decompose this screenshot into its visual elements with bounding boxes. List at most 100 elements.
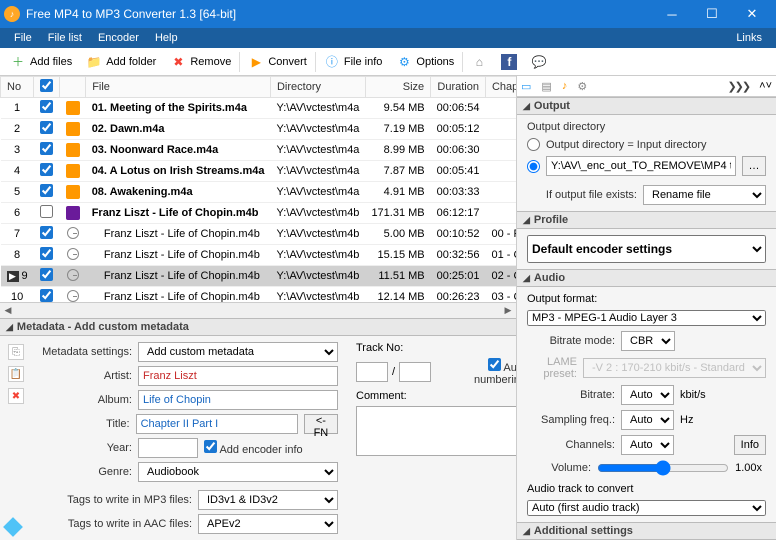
table-row[interactable]: 10 Franz Liszt - Life of Chopin.m4bY:\AV…	[1, 287, 517, 303]
aactags-label: Tags to write in AAC files:	[32, 518, 192, 530]
info-button[interactable]: Info	[734, 435, 766, 455]
hscrollbar[interactable]: ◀▶	[0, 302, 516, 318]
fn-button[interactable]: <-FN	[304, 414, 338, 434]
browse-button[interactable]: …	[742, 156, 766, 176]
tab-note-icon[interactable]: ♪	[562, 80, 568, 92]
row-checkbox[interactable]	[40, 184, 53, 197]
title-label: Title:	[32, 418, 130, 430]
audio-header[interactable]: ◢Audio	[517, 269, 776, 287]
mp3tags-select[interactable]: ID3v1 & ID3v2	[198, 490, 338, 510]
table-row[interactable]: 303. Noonward Race.m4aY:\AV\vctest\m4a8.…	[1, 140, 517, 161]
trackno-input[interactable]	[356, 362, 388, 382]
sf-select[interactable]: Auto	[621, 410, 674, 430]
col-dur[interactable]: Duration	[431, 77, 486, 98]
close-button[interactable]: ✕	[732, 0, 772, 28]
lame-label: LAME preset:	[527, 356, 577, 380]
col-icon[interactable]	[60, 77, 86, 98]
tabs-chevron-icon[interactable]: ❯❯❯	[727, 80, 749, 93]
collapse-down-icon[interactable]: ˅	[766, 80, 772, 92]
row-checkbox[interactable]	[40, 289, 53, 302]
home-button[interactable]: ⌂	[465, 52, 493, 72]
addfiles-button[interactable]: ＋Add files	[4, 52, 78, 72]
profile-select[interactable]: Default encoder settings	[527, 235, 766, 263]
genre-select[interactable]: Audiobook	[138, 462, 338, 482]
title-input[interactable]	[136, 414, 298, 434]
album-input[interactable]	[138, 390, 338, 410]
brmode-select[interactable]: CBR	[621, 331, 675, 351]
meta-settings-select[interactable]: Add custom metadata	[138, 342, 338, 362]
table-row[interactable]: 404. A Lotus on Irish Streams.m4aY:\AV\v…	[1, 161, 517, 182]
exists-select[interactable]: Rename file	[643, 185, 766, 205]
row-checkbox[interactable]	[40, 226, 53, 239]
maximize-button[interactable]: ☐	[692, 0, 732, 28]
table-row[interactable]: 7 Franz Liszt - Life of Chopin.m4bY:\AV\…	[1, 224, 517, 245]
vol-slider[interactable]	[597, 460, 729, 476]
menu-encoder[interactable]: Encoder	[90, 32, 147, 44]
ch-label: Channels:	[527, 439, 615, 451]
col-chap[interactable]: Chapter title	[485, 77, 516, 98]
table-row[interactable]: ▶ 9 Franz Liszt - Life of Chopin.m4bY:\A…	[1, 266, 517, 287]
titlebar: ♪ Free MP4 to MP3 Converter 1.3 [64-bit]…	[0, 0, 776, 28]
outdir-path-input[interactable]	[546, 156, 736, 176]
brmode-label: Bitrate mode:	[527, 335, 615, 347]
menu-file[interactable]: File	[6, 32, 40, 44]
aactags-select[interactable]: APEv2	[198, 514, 338, 534]
row-checkbox[interactable]	[40, 247, 53, 260]
col-check[interactable]	[34, 77, 60, 98]
artist-input[interactable]	[138, 366, 338, 386]
meta-copy-icon[interactable]: ⎘	[8, 344, 24, 360]
toolbar: ＋Add files 📁Add folder ✖Remove ▶Convert …	[0, 48, 776, 76]
outdir-label: Output directory	[527, 121, 766, 133]
tab-doc-icon[interactable]: ▤	[541, 80, 551, 93]
row-checkbox[interactable]	[40, 205, 53, 218]
col-no[interactable]: No	[1, 77, 34, 98]
row-checkbox[interactable]	[40, 268, 53, 281]
options-button[interactable]: ⚙Options	[390, 52, 460, 72]
outdir-path-radio[interactable]	[527, 160, 540, 173]
fileinfo-button[interactable]: ⓘFile info	[318, 52, 389, 72]
comment-label: Comment:	[356, 390, 407, 402]
row-checkbox[interactable]	[40, 100, 53, 113]
col-file[interactable]: File	[86, 77, 271, 98]
row-checkbox[interactable]	[40, 142, 53, 155]
minimize-button[interactable]: ─	[652, 0, 692, 28]
menu-filelist[interactable]: File list	[40, 32, 90, 44]
menu-help[interactable]: Help	[147, 32, 186, 44]
menu-links[interactable]: Links	[728, 32, 770, 44]
row-checkbox[interactable]	[40, 121, 53, 134]
table-row[interactable]: 101. Meeting of the Spirits.m4aY:\AV\vct…	[1, 98, 517, 119]
audiotrack-select[interactable]: Auto (first audio track)	[527, 500, 766, 516]
table-row[interactable]: 6Franz Liszt - Life of Chopin.m4bY:\AV\v…	[1, 203, 517, 224]
facebook-button[interactable]: f	[495, 52, 523, 72]
convert-button[interactable]: ▶Convert	[242, 52, 313, 72]
metadata-header[interactable]: ◢Metadata - Add custom metadata	[0, 318, 516, 336]
output-header[interactable]: ◢Output	[517, 97, 776, 115]
bitrate-select[interactable]: Auto	[621, 385, 674, 405]
autonum-checkbox[interactable]	[488, 358, 501, 371]
ch-select[interactable]: Auto	[621, 435, 674, 455]
table-row[interactable]: 8 Franz Liszt - Life of Chopin.m4bY:\AV\…	[1, 245, 517, 266]
remove-button[interactable]: ✖Remove	[164, 52, 237, 72]
meta-delete-icon[interactable]: ✖	[8, 388, 24, 404]
addl-header[interactable]: ◢Additional settings	[517, 522, 776, 540]
table-row[interactable]: 202. Dawn.m4aY:\AV\vctest\m4a7.19 MB00:0…	[1, 119, 517, 140]
encinfo-checkbox[interactable]	[204, 440, 217, 453]
profile-header[interactable]: ◢Profile	[517, 211, 776, 229]
outdir-same-label: Output directory = Input directory	[546, 139, 707, 151]
addfolder-button[interactable]: 📁Add folder	[80, 52, 162, 72]
trackcnt-input[interactable]	[399, 362, 431, 382]
tab-folder-icon[interactable]: ▭	[521, 80, 531, 93]
tab-gear-icon[interactable]: ⚙	[577, 80, 587, 93]
row-checkbox[interactable]	[40, 163, 53, 176]
meta-paste-icon[interactable]: 📋	[8, 366, 24, 382]
year-input[interactable]	[138, 438, 198, 458]
file-table[interactable]: No File Directory Size Duration Chapter …	[0, 76, 516, 302]
year-label: Year:	[32, 442, 132, 454]
col-dir[interactable]: Directory	[270, 77, 365, 98]
outdir-same-radio[interactable]	[527, 138, 540, 151]
fmt-select[interactable]: MP3 - MPEG-1 Audio Layer 3	[527, 310, 766, 326]
col-size[interactable]: Size	[365, 77, 430, 98]
comment-textarea[interactable]	[356, 406, 516, 456]
feedback-button[interactable]: 💬	[525, 52, 553, 72]
table-row[interactable]: 508. Awakening.m4aY:\AV\vctest\m4a4.91 M…	[1, 182, 517, 203]
